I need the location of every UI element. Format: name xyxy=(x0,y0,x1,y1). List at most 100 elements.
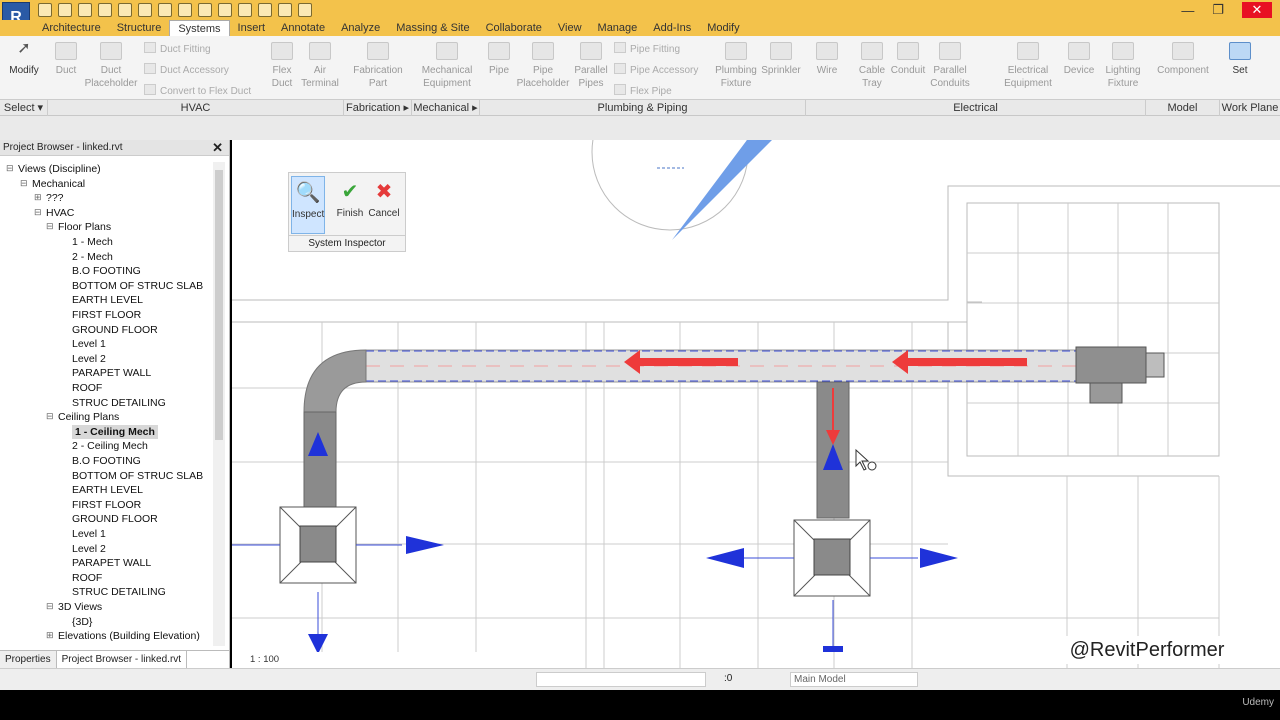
parallel-conduits-button[interactable]: Parallel Conduits xyxy=(928,42,972,90)
tab-massing-site[interactable]: Massing & Site xyxy=(388,20,477,36)
flex-duct-button[interactable]: Flex Duct xyxy=(264,42,300,90)
fabrication-group-label[interactable]: Fabrication ▸ xyxy=(344,100,412,116)
tree-item[interactable]: 1 - Mech xyxy=(72,235,113,249)
duct-placeholder-button[interactable]: Duct Placeholder xyxy=(84,42,138,90)
air-terminal-button[interactable]: Air Terminal xyxy=(300,42,340,90)
tab-systems[interactable]: Systems xyxy=(169,20,230,36)
tab-manage[interactable]: Manage xyxy=(590,20,646,36)
measure-icon[interactable] xyxy=(158,3,172,17)
tree-item[interactable]: ??? xyxy=(46,191,64,205)
tree-item[interactable]: BOTTOM OF STRUC SLAB xyxy=(72,279,203,293)
pipe-button[interactable]: Pipe xyxy=(484,42,514,77)
minimize-button[interactable]: — xyxy=(1181,3,1194,18)
cable-tray-button[interactable]: Cable Tray xyxy=(854,42,890,90)
tree-expander-icon[interactable]: ⊞ xyxy=(46,630,54,641)
scrollbar-thumb[interactable] xyxy=(215,170,223,440)
pipe-placeholder-button[interactable]: Pipe Placeholder xyxy=(514,42,572,90)
print-icon[interactable] xyxy=(138,3,152,17)
duct-fitting-button[interactable]: Duct Fitting xyxy=(144,42,211,55)
open-icon[interactable] xyxy=(38,3,52,17)
tree-expander-icon[interactable]: ⊟ xyxy=(20,178,28,189)
tab-add-ins[interactable]: Add-Ins xyxy=(645,20,699,36)
tree-item[interactable]: EARTH LEVEL xyxy=(72,293,143,307)
tree-item[interactable]: GROUND FLOOR xyxy=(72,323,158,337)
maximize-button[interactable]: ❐ xyxy=(1212,2,1224,18)
tab-structure[interactable]: Structure xyxy=(109,20,170,36)
tree-item[interactable]: EARTH LEVEL xyxy=(72,483,143,497)
pipe-accessory-button[interactable]: Pipe Accessory xyxy=(614,63,698,76)
fabrication-part-button[interactable]: Fabrication Part xyxy=(350,42,406,90)
tree-item[interactable]: GROUND FLOOR xyxy=(72,512,158,526)
finish-button[interactable]: ✔ Finish xyxy=(333,176,367,234)
duct-accessory-button[interactable]: Duct Accessory xyxy=(144,63,229,76)
drawing-canvas[interactable]: 🔍 Inspect ✔ Finish ✖ Cancel System Inspe… xyxy=(232,140,1280,668)
tree-item[interactable]: ROOF xyxy=(72,571,102,585)
convert-to-flex-duct-button[interactable]: Convert to Flex Duct xyxy=(144,84,251,97)
dimension-icon[interactable] xyxy=(178,3,192,17)
sprinkler-button[interactable]: Sprinkler xyxy=(760,42,802,77)
modify-button[interactable]: ➚ Modify xyxy=(6,41,42,77)
tab-modify[interactable]: Modify xyxy=(699,20,747,36)
tab-collaborate[interactable]: Collaborate xyxy=(478,20,550,36)
tree-item[interactable]: 1 - Ceiling Mech xyxy=(72,424,158,439)
tree-item[interactable]: 2 - Mech xyxy=(72,250,113,264)
electrical-equipment-button[interactable]: Electrical Equipment xyxy=(1000,42,1056,90)
tab-insert[interactable]: Insert xyxy=(230,20,274,36)
view-scale[interactable]: 1 : 100 xyxy=(250,654,279,665)
tree-item[interactable]: B.O FOOTING xyxy=(72,454,141,468)
tree-item[interactable]: 3D Views xyxy=(58,600,102,614)
tree-item[interactable]: Level 1 xyxy=(72,337,106,351)
sync-icon[interactable] xyxy=(78,3,92,17)
duct-button[interactable]: Duct xyxy=(48,42,84,77)
select-dropdown[interactable]: Select ▾ xyxy=(0,100,48,116)
flex-pipe-button[interactable]: Flex Pipe xyxy=(614,84,672,97)
tree-item[interactable]: Level 2 xyxy=(72,352,106,366)
tree-item[interactable]: Level 2 xyxy=(72,542,106,556)
design-option-dropdown[interactable]: Main Model xyxy=(790,672,918,687)
plumbing-fixture-button[interactable]: Plumbing Fixture xyxy=(712,42,760,90)
project-browser-scrollbar[interactable] xyxy=(213,162,225,646)
tree-item[interactable]: HVAC xyxy=(46,206,74,220)
lighting-fixture-button[interactable]: Lighting Fixture xyxy=(1100,42,1146,90)
tree-item[interactable]: PARAPET WALL xyxy=(72,366,151,380)
tree-item[interactable]: FIRST FLOOR xyxy=(72,308,141,322)
set-work-plane-button[interactable]: Set xyxy=(1226,42,1254,77)
tree-item[interactable]: B.O FOOTING xyxy=(72,264,141,278)
close-button[interactable]: ✕ xyxy=(1242,2,1272,18)
close-hidden-icon[interactable] xyxy=(278,3,292,17)
redo-icon[interactable] xyxy=(118,3,132,17)
parallel-pipes-button[interactable]: Parallel Pipes xyxy=(572,42,610,90)
component-button[interactable]: Component xyxy=(1154,42,1212,77)
tree-item[interactable]: Views (Discipline) xyxy=(18,162,101,176)
tree-item[interactable]: ROOF xyxy=(72,381,102,395)
undo-icon[interactable] xyxy=(98,3,112,17)
tree-item[interactable]: STRUC DETAILING xyxy=(72,585,166,599)
switch-windows-icon[interactable] xyxy=(298,3,312,17)
tree-item[interactable]: Mechanical xyxy=(32,177,85,191)
wire-button[interactable]: Wire xyxy=(812,42,842,77)
section-icon[interactable] xyxy=(238,3,252,17)
conduit-button[interactable]: Conduit xyxy=(888,42,928,77)
tab-annotate[interactable]: Annotate xyxy=(273,20,333,36)
mechanical-group-label[interactable]: Mechanical ▸ xyxy=(412,100,480,116)
mechanical-equipment-button[interactable]: Mechanical Equipment xyxy=(418,42,476,90)
pipe-fitting-button[interactable]: Pipe Fitting xyxy=(614,42,680,55)
cancel-button[interactable]: ✖ Cancel xyxy=(367,176,401,234)
tab-properties[interactable]: Properties xyxy=(0,651,57,668)
save-icon[interactable] xyxy=(58,3,72,17)
tree-expander-icon[interactable]: ⊟ xyxy=(6,163,14,174)
tree-item[interactable]: Ceiling Plans xyxy=(58,410,119,424)
tree-expander-icon[interactable]: ⊟ xyxy=(46,601,54,612)
device-button[interactable]: Device xyxy=(1060,42,1098,77)
text-icon[interactable] xyxy=(198,3,212,17)
workset-dropdown[interactable] xyxy=(536,672,706,687)
tab-analyze[interactable]: Analyze xyxy=(333,20,388,36)
tree-expander-icon[interactable]: ⊞ xyxy=(34,192,42,203)
tree-item[interactable]: 2 - Ceiling Mech xyxy=(72,439,148,453)
tree-item[interactable]: PARAPET WALL xyxy=(72,556,151,570)
tab-project-browser[interactable]: Project Browser - linked.rvt xyxy=(56,651,188,668)
thin-lines-icon[interactable] xyxy=(258,3,272,17)
inspect-button[interactable]: 🔍 Inspect xyxy=(291,176,325,234)
tree-item[interactable]: STRUC DETAILING xyxy=(72,396,166,410)
tree-expander-icon[interactable]: ⊟ xyxy=(46,221,54,232)
